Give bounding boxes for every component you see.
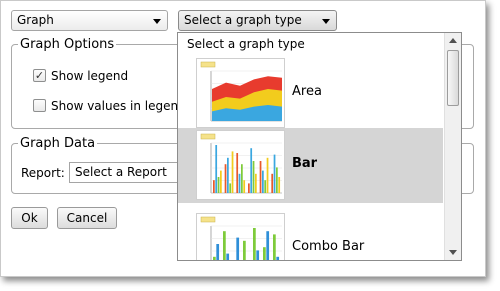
bar-mark [213,180,215,193]
graph-options-legend: Graph Options [20,37,115,52]
dropdown-placeholder-option[interactable]: Select a graph type [187,37,305,51]
scroll-down-arrow-icon[interactable] [449,250,457,255]
chevron-down-icon [322,19,330,24]
option-combo-bar[interactable]: Combo Bar [178,211,443,261]
bar-mark [227,157,229,193]
combo-bar-mark [243,240,246,260]
option-bar[interactable]: Bar [178,128,443,203]
dropdown-scrollbar[interactable] [444,33,461,260]
bar-mark [248,183,250,193]
area-chart-thumbnail [196,58,285,128]
combo-bar-mark [216,244,220,260]
bar-mark [220,170,222,193]
combo-bar-mark [266,231,270,260]
combo-bar-mark [263,247,266,260]
bar-mark [231,151,234,193]
bar-mark [262,170,264,193]
graph-type-select[interactable]: Select a graph type [178,10,337,31]
cancel-button[interactable]: Cancel [57,207,117,229]
option-combo-bar-label: Combo Bar [292,239,365,254]
bar-mark [224,164,227,193]
bar-mark [238,173,241,193]
option-area[interactable]: Area [178,56,443,131]
bar-mark [259,161,262,193]
bar-mark [243,180,246,193]
combo-bar-mark [236,237,240,260]
bar-mark [217,177,220,193]
bar-mark [276,167,278,193]
dialog-panel: Graph Select a graph type Graph Options … [0,0,486,277]
bar-mark [255,173,257,193]
bar-mark [264,180,267,193]
combo-bar-chart-thumbnail [196,213,285,261]
combo-bar-mark [246,260,249,261]
combo-bar-mark [256,250,260,260]
bar-mark [271,173,274,193]
combo-bar-mark [273,234,276,260]
bar-mark [266,157,269,193]
scrollbar-thumb[interactable] [447,50,459,106]
graph-select-value: Graph [17,13,54,27]
scroll-up-arrow-icon[interactable] [449,38,457,43]
combo-bar-mark [226,253,230,260]
bar-mark [273,154,276,193]
bar-mark [241,164,243,193]
option-bar-label: Bar [292,156,318,171]
option-area-label: Area [292,84,322,99]
combo-bar-mark [213,256,216,260]
report-select-value: Select a Report [75,165,167,179]
graph-data-legend: Graph Data [20,136,96,151]
show-values-label: Show values in legend [51,99,186,113]
bar-mark [250,148,253,193]
show-values-checkbox[interactable] [33,99,46,112]
show-legend-checkbox[interactable]: ✓ [33,69,46,82]
report-select[interactable]: Select a Report [69,162,179,183]
bar-mark [278,177,281,193]
graph-type-dropdown-list: Select a graph type Area Bar Combo Bar [177,32,462,261]
combo-bar-mark [276,256,280,260]
chevron-down-icon [153,19,161,24]
combo-bar-mark [223,231,226,260]
show-legend-label: Show legend [51,69,129,83]
bar-mark [252,161,255,193]
ok-button[interactable]: Ok [11,207,48,229]
bar-mark [215,145,218,193]
combo-bar-mark [253,228,256,260]
graph-type-select-value: Select a graph type [184,13,302,27]
bar-mark [229,183,232,193]
report-label: Report: [21,166,65,180]
bar-mark [236,153,239,193]
graph-select[interactable]: Graph [11,10,168,31]
bar-chart-thumbnail [196,130,285,200]
